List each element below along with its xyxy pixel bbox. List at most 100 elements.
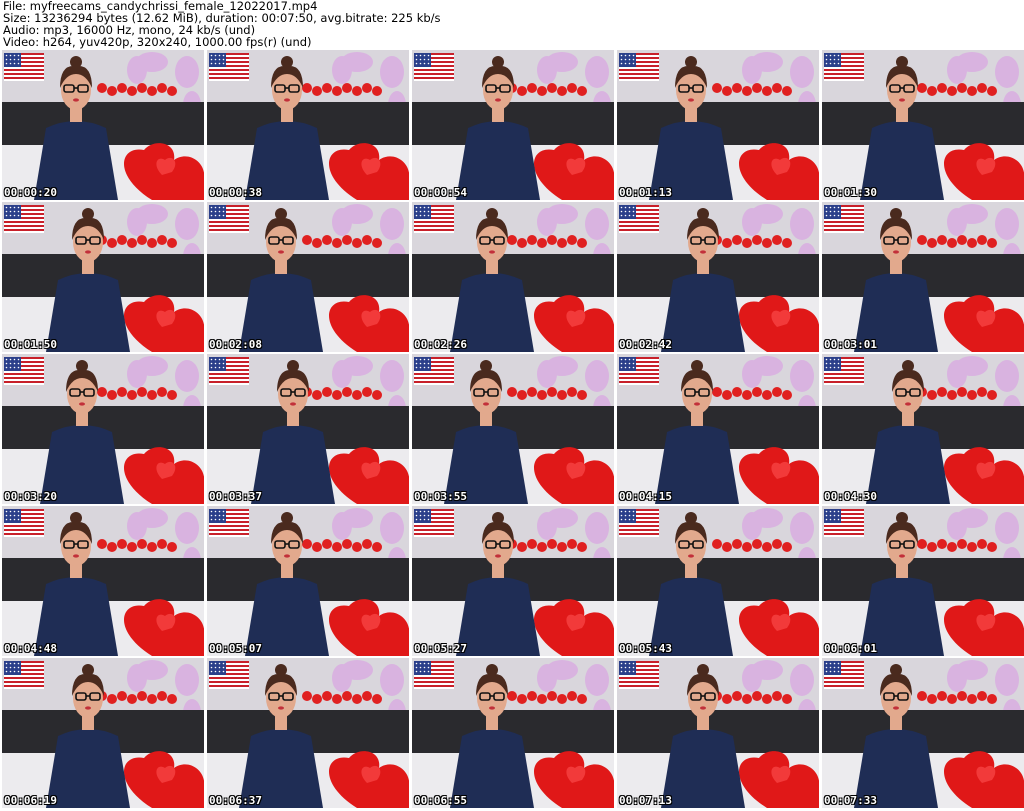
thumbnail-timestamp: 00:01:30 [824,186,877,199]
thumbnail-frame-image [412,658,614,808]
us-flag-icon [4,205,44,233]
thumbnail-frame-image [2,202,204,352]
thumbnail-timestamp: 00:06:19 [4,794,57,807]
video-thumbnail: 00:04:30 [822,354,1024,504]
video-thumbnail: 00:04:15 [617,354,819,504]
us-flag-icon [619,357,659,385]
us-flag-icon [209,205,249,233]
thumbnail-frame-image [617,506,819,656]
thumbnail-timestamp: 00:07:33 [824,794,877,807]
thumbnail-timestamp: 00:00:54 [414,186,467,199]
video-thumbnail: 00:00:38 [207,50,409,200]
video-thumbnail: 00:03:20 [2,354,204,504]
thumbnail-frame-image [822,202,1024,352]
thumbnail-timestamp: 00:01:50 [4,338,57,351]
thumbnail-frame-image [412,506,614,656]
thumbnail-timestamp: 00:03:55 [414,490,467,503]
thumbnail-timestamp: 00:03:20 [4,490,57,503]
thumbnail-timestamp: 00:04:30 [824,490,877,503]
us-flag-icon [4,357,44,385]
us-flag-icon [619,661,659,689]
us-flag-icon [414,53,454,81]
thumbnail-frame-image [207,202,409,352]
video-thumbnail: 00:06:01 [822,506,1024,656]
video-thumbnail: 00:06:19 [2,658,204,808]
thumbnail-timestamp: 00:02:42 [619,338,672,351]
thumbnail-timestamp: 00:03:37 [209,490,262,503]
thumbnail-timestamp: 00:03:01 [824,338,877,351]
thumbnail-timestamp: 00:04:15 [619,490,672,503]
thumbnail-frame-image [2,658,204,808]
us-flag-icon [209,509,249,537]
video-thumbnail: 00:06:55 [412,658,614,808]
thumbnail-frame-image [822,506,1024,656]
video-thumbnail: 00:07:33 [822,658,1024,808]
us-flag-icon [4,53,44,81]
us-flag-icon [619,205,659,233]
thumbnail-timestamp: 00:06:01 [824,642,877,655]
thumbnail-grid: 00:00:20 00:00:38 00:00:54 00:01:13 00:01:30… [2,50,1024,810]
thumbnail-timestamp: 00:06:55 [414,794,467,807]
thumbnail-frame-image [2,506,204,656]
us-flag-icon [4,509,44,537]
us-flag-icon [824,509,864,537]
us-flag-icon [824,357,864,385]
thumbnail-timestamp: 00:06:37 [209,794,262,807]
us-flag-icon [414,205,454,233]
us-flag-icon [414,357,454,385]
file-info-header: File: myfreecams_candychrissi_female_120… [3,0,1021,48]
video-thumbnail: 00:02:42 [617,202,819,352]
thumbnail-timestamp: 00:05:07 [209,642,262,655]
video-thumbnail: 00:07:13 [617,658,819,808]
video-thumbnail: 00:06:37 [207,658,409,808]
video-thumbnail: 00:01:30 [822,50,1024,200]
thumbnail-frame-image [617,202,819,352]
thumbnail-timestamp: 00:02:26 [414,338,467,351]
video-thumbnail: 00:00:54 [412,50,614,200]
thumbnail-frame-image [207,506,409,656]
thumbnail-frame-image [2,50,204,200]
thumbnail-frame-image [617,354,819,504]
video-thumbnail: 00:04:48 [2,506,204,656]
us-flag-icon [824,205,864,233]
thumbnail-frame-image [207,50,409,200]
video-thumbnail: 00:02:08 [207,202,409,352]
video-thumbnail: 00:01:50 [2,202,204,352]
thumbnail-frame-image [2,354,204,504]
video-thumbnail: 00:03:01 [822,202,1024,352]
thumbnail-timestamp: 00:05:43 [619,642,672,655]
thumbnail-frame-image [822,354,1024,504]
us-flag-icon [4,661,44,689]
thumbnail-timestamp: 00:00:20 [4,186,57,199]
us-flag-icon [414,661,454,689]
thumbnail-timestamp: 00:01:13 [619,186,672,199]
us-flag-icon [824,53,864,81]
thumbnail-frame-image [412,202,614,352]
video-thumbnail: 00:01:13 [617,50,819,200]
video-thumbnail: 00:03:55 [412,354,614,504]
thumbnail-timestamp: 00:04:48 [4,642,57,655]
video-thumbnail: 00:02:26 [412,202,614,352]
thumbnail-timestamp: 00:02:08 [209,338,262,351]
video-thumbnail: 00:03:37 [207,354,409,504]
thumbnail-timestamp: 00:05:27 [414,642,467,655]
video-thumbnail: 00:05:27 [412,506,614,656]
us-flag-icon [414,509,454,537]
us-flag-icon [209,53,249,81]
thumbnail-frame-image [207,354,409,504]
us-flag-icon [209,661,249,689]
us-flag-icon [619,53,659,81]
video-thumbnail: 00:05:43 [617,506,819,656]
thumbnail-timestamp: 00:00:38 [209,186,262,199]
video-thumbnail: 00:00:20 [2,50,204,200]
thumbnail-frame-image [207,658,409,808]
thumbnail-frame-image [617,658,819,808]
thumbnail-frame-image [822,658,1024,808]
thumbnail-frame-image [412,50,614,200]
us-flag-icon [209,357,249,385]
thumbnail-frame-image [822,50,1024,200]
thumbnail-timestamp: 00:07:13 [619,794,672,807]
video-thumbnail: 00:05:07 [207,506,409,656]
thumbnail-frame-image [617,50,819,200]
thumbnail-frame-image [412,354,614,504]
